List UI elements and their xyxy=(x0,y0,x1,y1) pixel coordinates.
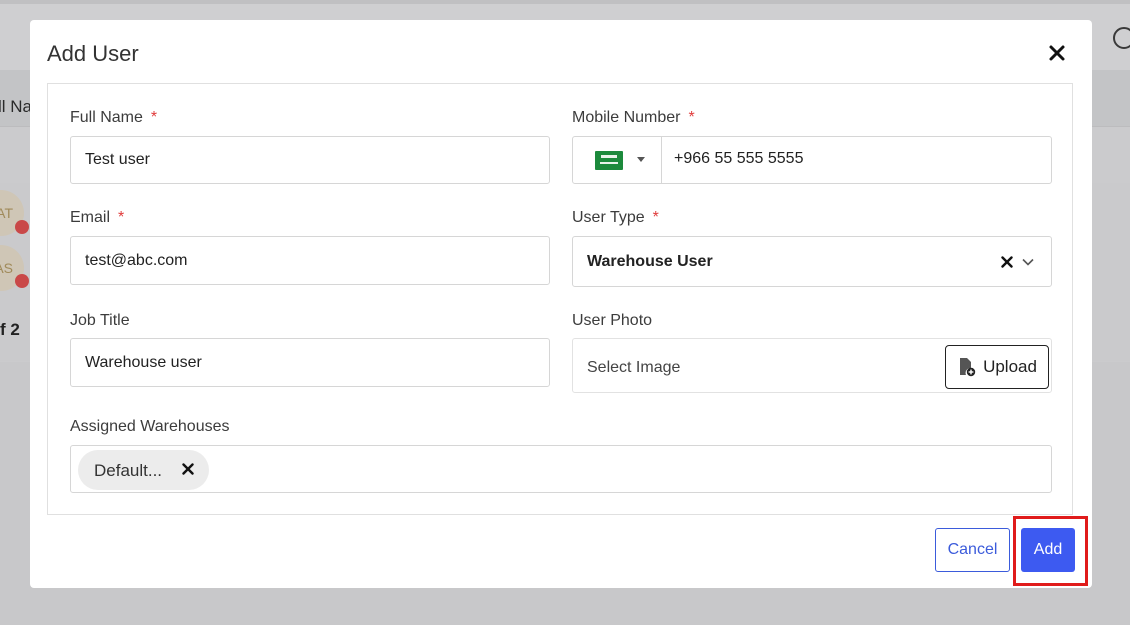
warehouse-chip: Default... xyxy=(78,450,209,490)
job-title-input[interactable]: Warehouse user xyxy=(70,338,550,387)
chevron-down-icon[interactable] xyxy=(1022,258,1034,266)
status-dot xyxy=(15,274,29,288)
clear-icon[interactable] xyxy=(1001,256,1013,268)
user-form: Full Name * Test user Mobile Number * +966… xyxy=(47,83,1073,515)
status-dot xyxy=(15,220,29,234)
file-upload-icon xyxy=(960,358,976,377)
warehouse-chip-label: Default... xyxy=(94,461,163,480)
remove-chip-icon[interactable] xyxy=(182,463,194,475)
assigned-warehouses-multiselect[interactable]: Default... xyxy=(70,445,1052,493)
add-user-modal: Add User Full Name * Test user Mobile Num… xyxy=(30,20,1092,588)
close-icon[interactable] xyxy=(1046,42,1068,64)
mobile-number-input[interactable]: +966 55 555 5555 xyxy=(674,150,803,168)
background-column-header-text: ll Na xyxy=(0,97,33,116)
assigned-warehouses-label: Assigned Warehouses xyxy=(70,418,230,435)
saudi-arabia-flag-icon xyxy=(595,151,623,170)
job-title-label: Job Title xyxy=(70,312,130,329)
country-code-selector[interactable] xyxy=(573,137,662,183)
user-photo-field: Select Image Upload xyxy=(572,338,1052,393)
search-icon xyxy=(1113,27,1130,49)
email-input[interactable]: test@abc.com xyxy=(70,236,550,285)
mobile-number-field: +966 55 555 5555 xyxy=(572,136,1052,184)
user-type-label: User Type * xyxy=(572,209,659,226)
add-button[interactable]: Add xyxy=(1021,528,1075,572)
mobile-number-label: Mobile Number * xyxy=(572,109,695,126)
full-name-input[interactable]: Test user xyxy=(70,136,550,184)
full-name-label: Full Name * xyxy=(70,109,158,126)
user-type-value: Warehouse User xyxy=(587,252,713,270)
user-type-select[interactable]: Warehouse User xyxy=(572,236,1052,287)
upload-button-label: Upload xyxy=(983,357,1037,376)
select-image-placeholder[interactable]: Select Image xyxy=(587,359,680,377)
upload-button[interactable]: Upload xyxy=(945,345,1049,389)
background-pager-text: f 2 xyxy=(0,320,20,339)
email-label: Email * xyxy=(70,209,125,226)
caret-down-icon xyxy=(637,157,645,162)
cancel-button[interactable]: Cancel xyxy=(935,528,1010,572)
user-photo-label: User Photo xyxy=(572,312,653,329)
modal-title: Add User xyxy=(47,41,139,66)
